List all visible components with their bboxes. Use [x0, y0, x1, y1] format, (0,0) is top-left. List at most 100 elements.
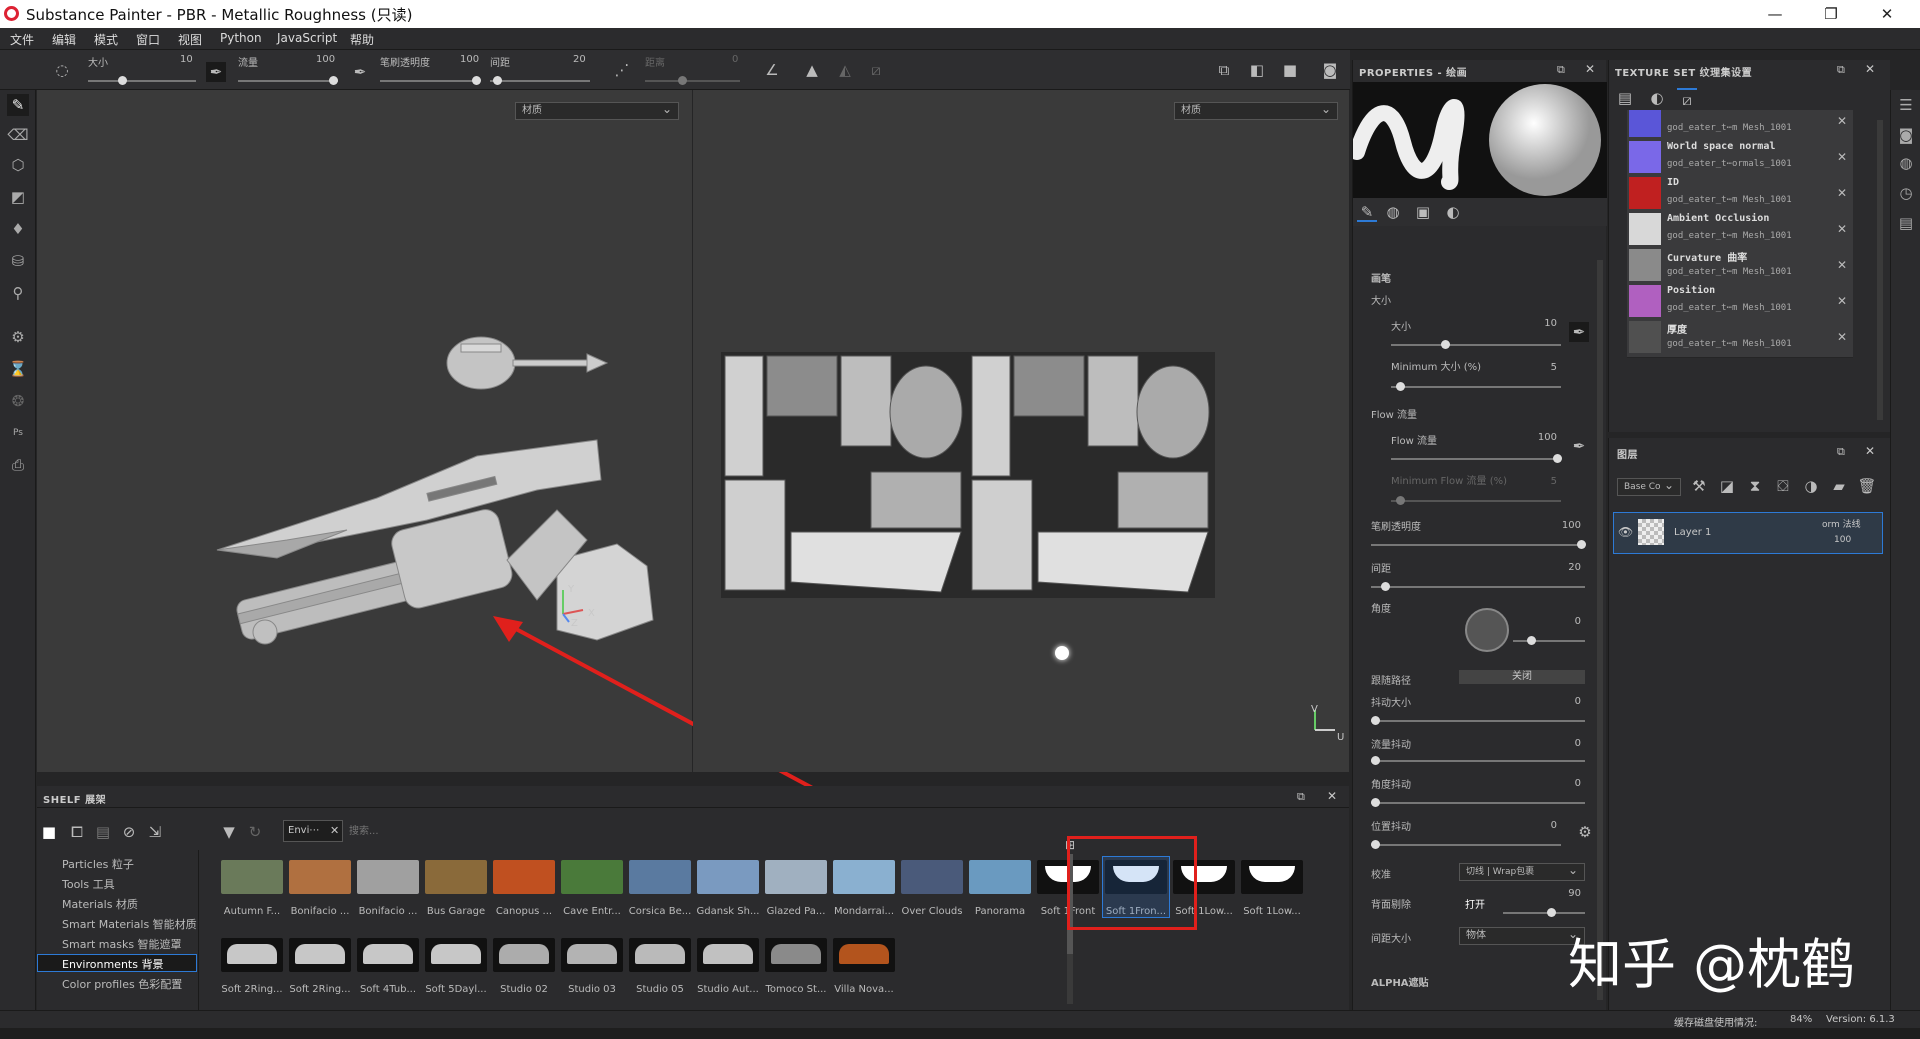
- menu-help[interactable]: 帮助: [350, 31, 374, 48]
- transform-icon[interactable]: ⧄: [866, 60, 886, 80]
- color-picker-icon[interactable]: ⚲: [7, 282, 29, 304]
- env-thumb[interactable]: [289, 938, 351, 972]
- texset-material-tab-icon[interactable]: ◐: [1647, 88, 1667, 108]
- remove-map-icon[interactable]: ✕: [1837, 222, 1847, 236]
- category-particles[interactable]: Particles 粒子: [62, 856, 134, 872]
- prop-min-flow-knob[interactable]: [1396, 496, 1405, 505]
- env-thumb[interactable]: [697, 938, 759, 972]
- env-thumb[interactable]: [833, 938, 895, 972]
- angle-dial[interactable]: [1465, 608, 1509, 652]
- env-thumb[interactable]: [357, 860, 419, 894]
- filter-tag-close-icon[interactable]: ✕: [330, 824, 339, 837]
- spacing-slider-knob[interactable]: [493, 76, 502, 85]
- prop-jitter-size-slider[interactable]: [1371, 720, 1585, 722]
- flow-pressure-icon[interactable]: ✒: [350, 62, 370, 82]
- env-thumb[interactable]: [765, 860, 827, 894]
- brush-shape-icon[interactable]: ◌: [52, 60, 72, 80]
- viewport-2d[interactable]: 材质 V U: [693, 90, 1349, 772]
- refresh-icon[interactable]: ↻: [245, 822, 265, 842]
- stencil-tab-icon[interactable]: ◐: [1443, 202, 1463, 222]
- env-thumb[interactable]: [221, 938, 283, 972]
- prop-jitter-pos-slider[interactable]: [1371, 844, 1561, 846]
- env-thumb[interactable]: [969, 860, 1031, 894]
- history-icon[interactable]: ◷: [1895, 182, 1917, 204]
- menu-edit[interactable]: 编辑: [52, 31, 76, 48]
- remove-map-icon[interactable]: ✕: [1837, 150, 1847, 164]
- env-thumb[interactable]: [901, 860, 963, 894]
- env-thumb[interactable]: [629, 938, 691, 972]
- prop-jitter-size-knob[interactable]: [1371, 716, 1380, 725]
- distance-slider-knob[interactable]: [678, 76, 687, 85]
- opacity-slider-knob[interactable]: [472, 76, 481, 85]
- display-settings-icon[interactable]: ◙: [1895, 124, 1917, 146]
- env-thumb[interactable]: [425, 860, 487, 894]
- remove-map-icon[interactable]: ✕: [1837, 114, 1847, 128]
- jitter-settings-icon[interactable]: ⚙: [1575, 822, 1595, 842]
- remove-map-icon[interactable]: ✕: [1837, 330, 1847, 344]
- category-tools[interactable]: Tools 工具: [62, 876, 115, 892]
- remove-map-icon[interactable]: ✕: [1837, 186, 1847, 200]
- add-folder-icon[interactable]: ▰: [1829, 476, 1849, 496]
- import-icon[interactable]: ⇲: [145, 822, 165, 842]
- texset-close-icon[interactable]: ✕: [1865, 62, 1875, 76]
- layers-float-icon[interactable]: ⧉: [1837, 445, 1845, 459]
- prop-jitter-angle-knob[interactable]: [1371, 798, 1380, 807]
- display-mode-icon[interactable]: ◧: [1247, 60, 1267, 80]
- category-materials[interactable]: Materials 材质: [62, 896, 138, 912]
- env-thumb[interactable]: [221, 860, 283, 894]
- layer-opacity[interactable]: 100: [1834, 535, 1851, 545]
- texset-scrollbar[interactable]: [1877, 120, 1883, 420]
- env-thumb[interactable]: [765, 938, 827, 972]
- prop-opacity-knob[interactable]: [1577, 540, 1586, 549]
- projection-icon[interactable]: ⬡: [7, 154, 29, 176]
- symmetry-icon[interactable]: ▲: [802, 60, 822, 80]
- env-thumb[interactable]: [493, 860, 555, 894]
- prop-size-slider[interactable]: [1391, 344, 1561, 346]
- export-icon[interactable]: ⎙: [7, 454, 29, 476]
- prop-backface-knob[interactable]: [1547, 908, 1556, 917]
- prop-flow-slider[interactable]: [1391, 458, 1561, 460]
- save-icon[interactable]: ▤: [93, 822, 113, 842]
- prop-follow-path-toggle[interactable]: 关闭: [1459, 670, 1585, 684]
- env-thumb[interactable]: [561, 938, 623, 972]
- env-thumb[interactable]: [1241, 860, 1303, 894]
- distance-slider[interactable]: [645, 80, 740, 82]
- viewport-3d[interactable]: 材质 Y X Z: [37, 90, 1082, 934]
- add-effect-icon[interactable]: ⚒: [1689, 476, 1709, 496]
- layer-name[interactable]: Layer 1: [1674, 527, 1711, 538]
- layer-blend-mode[interactable]: orm 法线: [1822, 517, 1861, 530]
- flow-slider[interactable]: [238, 80, 338, 82]
- pen-pressure-icon[interactable]: ✒: [206, 62, 226, 82]
- layer-row[interactable]: 👁 Layer 1 orm 法线 100: [1613, 512, 1883, 554]
- smudge-icon[interactable]: ♦: [7, 218, 29, 240]
- add-mask-icon[interactable]: ◪: [1717, 476, 1737, 496]
- layers-close-icon[interactable]: ✕: [1865, 444, 1875, 458]
- light-indicator-icon[interactable]: [1055, 646, 1069, 660]
- menu-javascript[interactable]: JavaScript: [277, 31, 337, 45]
- prop-angle-slider[interactable]: [1513, 640, 1585, 642]
- opacity-slider[interactable]: [380, 80, 480, 82]
- prop-jitter-angle-slider[interactable]: [1371, 802, 1585, 804]
- flow-slider-knob[interactable]: [329, 76, 338, 85]
- prop-jitter-flow-slider[interactable]: [1371, 760, 1585, 762]
- prop-spacing-knob[interactable]: [1381, 582, 1390, 591]
- folder-icon[interactable]: ■: [39, 822, 59, 842]
- viewport-2d-mode-dropdown[interactable]: 材质: [1174, 101, 1338, 120]
- shelf-close-icon[interactable]: ✕: [1327, 789, 1337, 803]
- menu-window[interactable]: 窗口: [136, 31, 160, 48]
- env-thumb[interactable]: [697, 860, 759, 894]
- view-split-icon[interactable]: ⧉: [1214, 60, 1234, 80]
- remove-map-icon[interactable]: ✕: [1837, 294, 1847, 308]
- texset-bake-tab-icon[interactable]: ⧄: [1677, 88, 1697, 109]
- category-environments[interactable]: Environments 背景: [62, 956, 163, 972]
- env-thumb[interactable]: [289, 860, 351, 894]
- viewer-settings-icon[interactable]: ◍: [1895, 152, 1917, 174]
- paint-brush-icon[interactable]: ✎: [7, 94, 29, 116]
- size-slider[interactable]: [88, 80, 196, 82]
- env-thumb[interactable]: [425, 938, 487, 972]
- category-smart-materials[interactable]: Smart Materials 智能材质: [62, 916, 197, 932]
- prop-flow-knob[interactable]: [1553, 454, 1562, 463]
- baked-map-row[interactable]: Ambient Occlusion god_eater_t⋯m Mesh_1001…: [1627, 210, 1853, 250]
- env-thumb[interactable]: [561, 860, 623, 894]
- texset-float-icon[interactable]: ⧉: [1837, 63, 1845, 77]
